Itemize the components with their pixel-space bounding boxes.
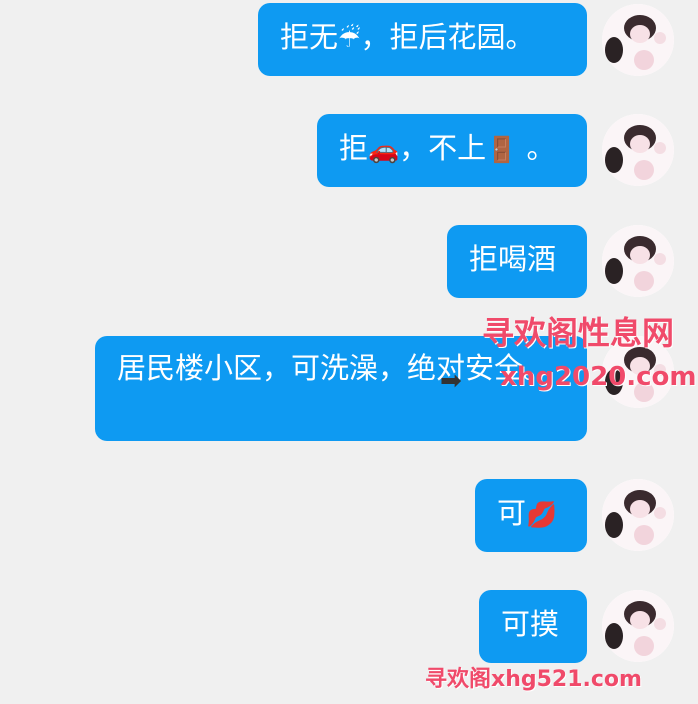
message-text: 拒无 [280,20,339,54]
message-bubble[interactable]: 拒喝酒 [447,225,587,298]
avatar[interactable] [602,225,674,297]
watermark-text: 寻欢阁性息网 [482,314,675,352]
arrow-right-icon: ➡ [440,366,462,396]
avatar-image [602,225,674,297]
avatar-image [602,590,674,662]
message-text: 可摸 [501,607,560,641]
message-bubble[interactable]: 可摸 [479,590,587,663]
message-text: 居民楼小区，可洗澡，绝对安全。 [117,351,553,385]
door-icon: 🚪 [486,135,518,164]
car-icon: 🚗 [368,135,400,164]
message-bubble[interactable]: 拒无☔，拒后花园。 [258,3,587,76]
message-text: ，拒后花园。 [360,20,535,54]
avatar-image [602,114,674,186]
avatar-image [602,479,674,551]
watermark-url: 寻欢阁xhg521.com [425,667,642,692]
avatar[interactable] [602,590,674,662]
message-text: 拒 [339,131,369,165]
avatar-image [602,4,674,76]
watermark-url: xhg2020.com [500,362,697,392]
message-text: 可 [497,496,527,530]
message-bubble[interactable]: 可💋 [475,479,587,552]
message-text: 。 [517,131,556,165]
lips-icon: 💋 [526,500,558,529]
message-bubble[interactable]: 拒🚗，不上🚪 。 [317,114,587,187]
umbrella-rain-icon: ☔ [338,24,361,53]
avatar[interactable] [602,4,674,76]
message-text: 拒喝酒 [469,242,557,276]
avatar[interactable] [602,479,674,551]
avatar[interactable] [602,114,674,186]
message-text: ，不上 [399,131,487,165]
